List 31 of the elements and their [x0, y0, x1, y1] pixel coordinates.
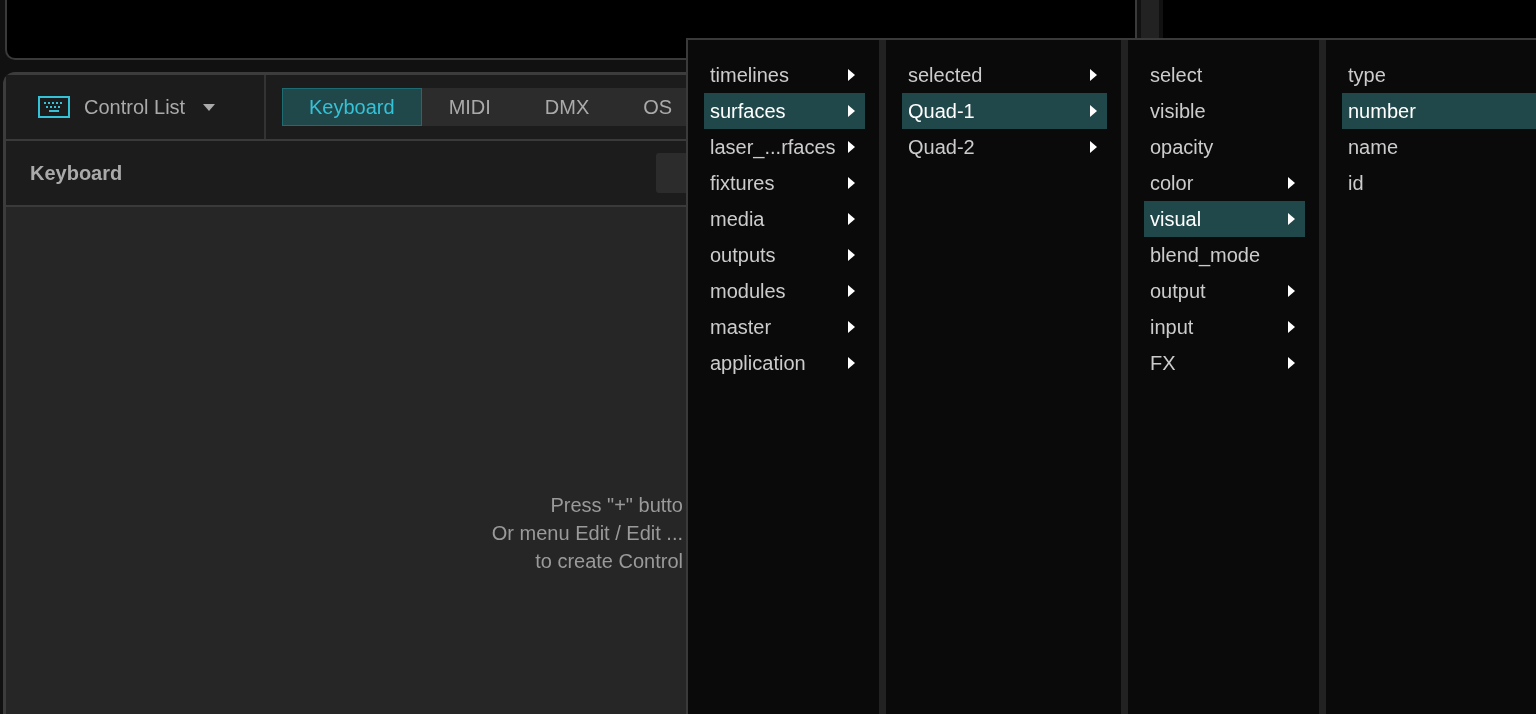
- menu-item[interactable]: id: [1342, 165, 1536, 201]
- menu-item[interactable]: laser_...rfaces: [704, 129, 865, 165]
- hint-text: Press "+" butto: [550, 493, 683, 518]
- menu-item[interactable]: media: [704, 201, 865, 237]
- menu-item[interactable]: application: [704, 345, 865, 381]
- menu-item[interactable]: output: [1144, 273, 1305, 309]
- section-title: Keyboard: [30, 161, 123, 185]
- menu-item[interactable]: type: [1342, 57, 1536, 93]
- menu-item[interactable]: modules: [704, 273, 865, 309]
- menu-item[interactable]: input: [1144, 309, 1305, 345]
- menu-item[interactable]: Quad-2: [902, 129, 1107, 165]
- menu-item[interactable]: opacity: [1144, 129, 1305, 165]
- menu-item[interactable]: blend_mode: [1144, 237, 1305, 273]
- menu-item[interactable]: outputs: [704, 237, 865, 273]
- menu-item[interactable]: selected: [902, 57, 1107, 93]
- control-list-dropdown[interactable]: Control List: [84, 95, 186, 119]
- menu-item[interactable]: FX: [1144, 345, 1305, 381]
- menu-item[interactable]: Quad-1: [902, 93, 1107, 129]
- tab[interactable]: Keyboard: [282, 88, 422, 126]
- menu-item[interactable]: visual: [1144, 201, 1305, 237]
- menu-item[interactable]: timelines: [704, 57, 865, 93]
- menu-item[interactable]: number: [1342, 93, 1536, 129]
- menu-item[interactable]: select: [1144, 57, 1305, 93]
- menu-item[interactable]: surfaces: [704, 93, 865, 129]
- hint-text: Or menu Edit / Edit ...: [491, 521, 683, 546]
- menu-item[interactable]: visible: [1144, 93, 1305, 129]
- menu-item[interactable]: master: [704, 309, 865, 345]
- hint-text: to create Control: [535, 549, 683, 574]
- menu-item[interactable]: color: [1144, 165, 1305, 201]
- menu-item[interactable]: name: [1342, 129, 1536, 165]
- menu-item[interactable]: fixtures: [704, 165, 865, 201]
